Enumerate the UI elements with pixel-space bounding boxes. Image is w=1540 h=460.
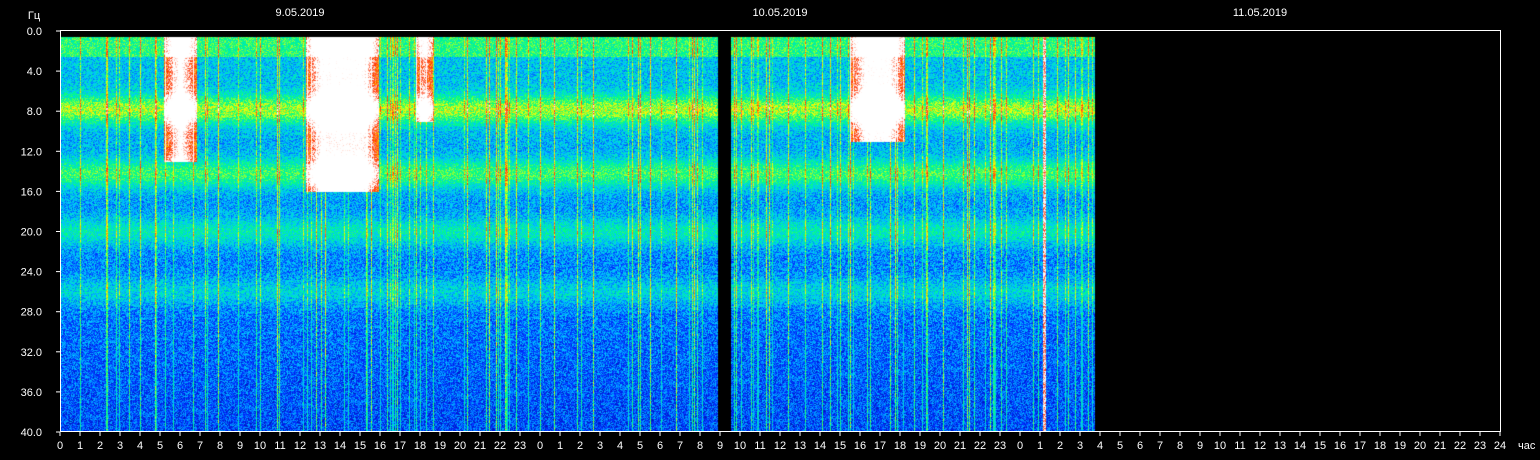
x-tick-label: 0 [537,440,543,452]
x-tick-label: 12 [774,440,786,452]
x-tick-label: 18 [894,440,906,452]
y-tick-label: 16.0 [21,186,42,198]
x-tick-label: 6 [177,440,183,452]
x-tick-label: 7 [1157,440,1163,452]
x-tick-label: 15 [1314,440,1326,452]
y-tick-label: 32.0 [21,347,42,359]
x-tick-label: 9 [1197,440,1203,452]
x-tick-label: 16 [374,440,386,452]
x-tick-label: 22 [974,440,986,452]
x-tick-label: 3 [597,440,603,452]
x-tick-label: 5 [157,440,163,452]
x-tick-label: 12 [1254,440,1266,452]
x-tick-label: 21 [1434,440,1446,452]
x-tick-label: 22 [494,440,506,452]
x-tick-label: 1 [1037,440,1043,452]
x-tick-label: 23 [1474,440,1486,452]
x-tick-label: 24 [1494,440,1506,452]
x-tick-label: 1 [557,440,563,452]
x-tick-label: 18 [1374,440,1386,452]
x-tick-label: 21 [474,440,486,452]
x-tick-label: 3 [117,440,123,452]
x-tick-label: 8 [1177,440,1183,452]
date-label: 9.05.2019 [276,7,325,19]
y-tick-label: 20.0 [21,227,42,239]
x-tick-label: 6 [657,440,663,452]
x-tick-label: 8 [217,440,223,452]
x-tick-label: 16 [854,440,866,452]
x-tick-label: 14 [1294,440,1306,452]
x-tick-label: 21 [954,440,966,452]
x-tick-label: 23 [994,440,1006,452]
x-tick-label: 15 [354,440,366,452]
x-tick-label: 2 [1057,440,1063,452]
x-tick-label: 13 [1274,440,1286,452]
x-tick-label: 0 [57,440,63,452]
x-unit-label: час [1518,440,1536,452]
x-tick-label: 2 [577,440,583,452]
x-tick-label: 16 [1334,440,1346,452]
x-tick-label: 9 [237,440,243,452]
spectrogram-chart: Гц час 0.0 4.0 8.0 12.0 16.0 20.0 24.0 28.0 32.0… [0,0,1540,460]
y-tick-label: 0.0 [27,26,42,38]
spectrogram-heatmap [60,31,1501,432]
x-tick-label: 7 [677,440,683,452]
x-tick-label: 4 [1097,440,1103,452]
x-tick-label: 10 [734,440,746,452]
x-tick-label: 3 [1077,440,1083,452]
x-tick-label: 14 [814,440,826,452]
y-unit-label: Гц [28,10,41,22]
x-tick-label: 14 [334,440,346,452]
x-tick-label: 10 [254,440,266,452]
x-tick-label: 19 [434,440,446,452]
x-tick-label: 13 [794,440,806,452]
x-tick-label: 1 [77,440,83,452]
x-tick-label: 20 [1414,440,1426,452]
x-tick-label: 11 [274,440,285,452]
x-tick-label: 19 [914,440,926,452]
x-tick-label: 17 [874,440,886,452]
x-tick-label: 23 [514,440,526,452]
date-label: 11.05.2019 [1233,7,1287,19]
date-label: 10.05.2019 [752,7,807,19]
x-tick-label: 10 [1214,440,1226,452]
x-tick-label: 2 [97,440,103,452]
x-tick-label: 0 [1017,440,1023,452]
x-tick-label: 4 [617,440,623,452]
x-tick-label: 22 [1454,440,1466,452]
x-tick-label: 7 [197,440,203,452]
y-tick-label: 28.0 [21,307,42,319]
x-tick-label: 5 [637,440,643,452]
x-tick-label: 20 [934,440,946,452]
y-tick-label: 40.0 [21,427,42,439]
x-tick-label: 17 [1354,440,1366,452]
y-tick-label: 36.0 [21,387,42,399]
x-tick-label: 9 [717,440,723,452]
x-tick-label: 8 [697,440,703,452]
y-tick-label: 24.0 [21,267,42,279]
y-tick-label: 4.0 [27,66,42,78]
x-tick-label: 19 [1394,440,1406,452]
x-tick-label: 4 [137,440,143,452]
x-tick-label: 18 [414,440,426,452]
x-tick-label: 11 [1234,440,1245,452]
x-tick-label: 6 [1137,440,1143,452]
y-tick-label: 8.0 [27,106,42,118]
y-tick-label: 12.0 [21,146,42,158]
x-tick-label: 15 [834,440,846,452]
x-tick-label: 20 [454,440,466,452]
x-tick-label: 13 [314,440,326,452]
x-tick-label: 11 [754,440,765,452]
x-tick-label: 5 [1117,440,1123,452]
x-tick-label: 17 [394,440,406,452]
x-tick-label: 12 [294,440,306,452]
